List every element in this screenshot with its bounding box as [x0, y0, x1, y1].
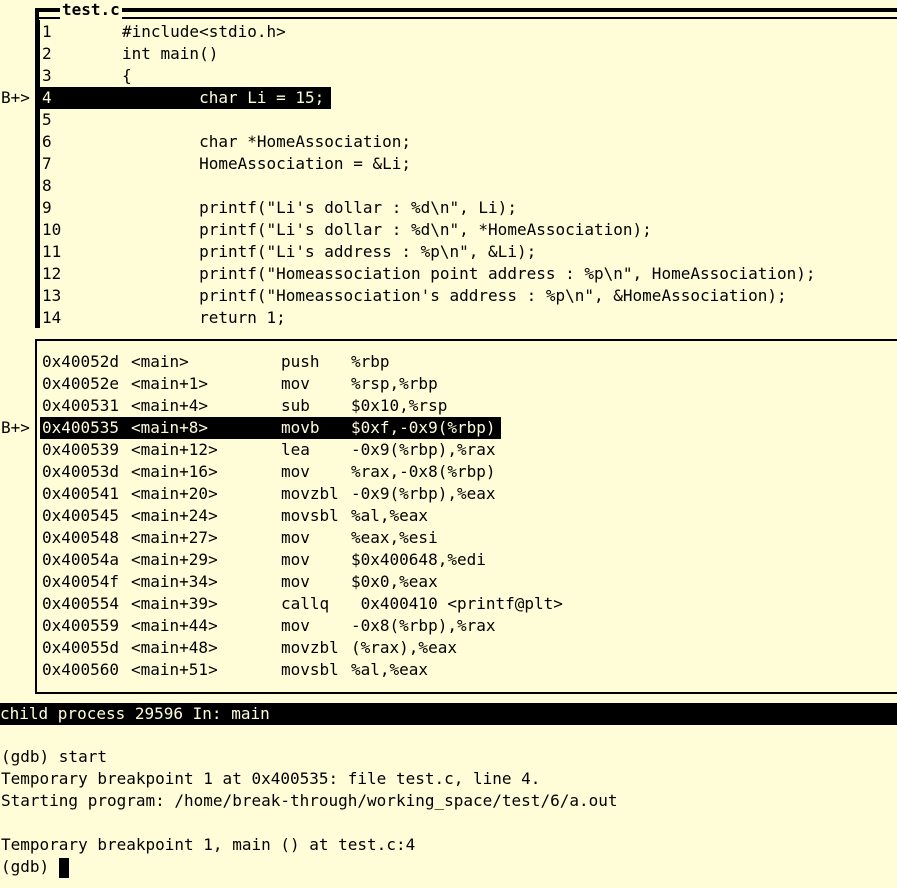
asm-operands: -0x9(%rbp),%eax: [351, 484, 496, 503]
asm-address: 0x40055d: [42, 638, 120, 657]
asm-symbol: <main+4>: [131, 396, 209, 415]
asm-address: 0x400535: [42, 418, 120, 437]
asm-symbol: <main+24>: [131, 506, 218, 525]
source-window-title: test.c: [60, 0, 122, 20]
status-bar: child process 29596 In: main: [0, 703, 897, 725]
source-line[interactable]: printf("Li's dollar : %d\n", *HomeAssoci…: [122, 219, 652, 241]
source-line[interactable]: HomeAssociation = &Li;: [122, 153, 411, 175]
source-line[interactable]: return 1;: [122, 307, 286, 329]
asm-address: 0x40054f: [42, 572, 120, 591]
source-line[interactable]: printf("Homeassociation point address : …: [122, 263, 816, 285]
asm-operands: -0x8(%rbp),%rax: [351, 616, 496, 635]
asm-operands: (%rax),%eax: [351, 638, 457, 657]
asm-operands: $0xf,-0x9(%rbp): [351, 418, 496, 437]
asm-operands: $0x0,%eax: [351, 572, 438, 591]
asm-address: 0x400548: [42, 528, 120, 547]
asm-address: 0x40052d: [42, 352, 120, 371]
asm-operands: 0x400410 <printf@plt>: [351, 594, 563, 613]
asm-opcode: movb: [281, 418, 320, 437]
line-number: 14: [42, 308, 62, 327]
line-number: 5: [42, 110, 52, 129]
source-breakpoint-marker: B+>: [1, 88, 30, 107]
asm-address: 0x40054a: [42, 550, 120, 569]
console-line: Temporary breakpoint 1 at 0x400535: file…: [1, 769, 541, 788]
gdb-prompt: (gdb): [1, 857, 59, 876]
asm-operands: $0x10,%rsp: [351, 396, 448, 415]
line-number: 13: [42, 286, 62, 305]
source-line[interactable]: char *HomeAssociation;: [122, 131, 411, 153]
gdb-prompt-line[interactable]: (gdb): [1, 856, 69, 878]
asm-address: 0x40052e: [42, 374, 120, 393]
line-number: 2: [42, 44, 52, 63]
source-line[interactable]: printf("Li's dollar : %d\n", Li);: [122, 197, 517, 219]
asm-symbol: <main+34>: [131, 572, 218, 591]
asm-symbol: <main+20>: [131, 484, 218, 503]
asm-opcode: mov: [281, 572, 310, 591]
source-line-current[interactable]: char Li = 15;: [122, 87, 325, 109]
asm-operands: $0x400648,%edi: [351, 550, 486, 569]
asm-symbol: <main+39>: [131, 594, 218, 613]
asm-symbol: <main+12>: [131, 440, 218, 459]
asm-opcode: mov: [281, 374, 310, 393]
asm-opcode: mov: [281, 528, 310, 547]
source-line[interactable]: int main(): [122, 43, 218, 65]
asm-symbol: <main+1>: [131, 374, 209, 393]
asm-operands: %rbp: [351, 352, 390, 371]
source-line[interactable]: printf("Homeassociation's address : %p\n…: [122, 285, 787, 307]
console-line: (gdb) start: [1, 747, 107, 766]
text-cursor: [58, 857, 69, 878]
line-number: 1: [42, 22, 52, 41]
source-window-top-border: [39, 17, 897, 19]
asm-symbol: <main+51>: [131, 660, 218, 679]
asm-opcode: movsbl: [281, 660, 339, 679]
asm-symbol: <main+29>: [131, 550, 218, 569]
asm-opcode: callq: [281, 594, 330, 613]
asm-symbol: <main+16>: [131, 462, 218, 481]
line-number: 12: [42, 264, 62, 283]
asm-address: 0x400531: [42, 396, 120, 415]
asm-operands: -0x9(%rbp),%rax: [351, 440, 496, 459]
asm-operands: %al,%eax: [351, 506, 429, 525]
source-line[interactable]: #include<stdio.h>: [122, 21, 286, 43]
asm-address: 0x40053d: [42, 462, 120, 481]
asm-opcode: mov: [281, 550, 310, 569]
line-number: 3: [42, 66, 52, 85]
asm-symbol: <main+8>: [131, 418, 209, 437]
line-number: 11: [42, 242, 62, 261]
line-number: 8: [42, 176, 52, 195]
asm-address: 0x400541: [42, 484, 120, 503]
line-number: 9: [42, 198, 52, 217]
asm-operands: %eax,%esi: [351, 528, 438, 547]
asm-breakpoint-marker: B+>: [1, 418, 30, 437]
console-line: Starting program: /home/break-through/wo…: [1, 791, 618, 810]
asm-address: 0x400554: [42, 594, 120, 613]
asm-opcode: lea: [281, 440, 310, 459]
asm-opcode: push: [281, 352, 320, 371]
asm-address: 0x400545: [42, 506, 120, 525]
asm-opcode: mov: [281, 616, 310, 635]
line-number: 10: [42, 220, 62, 239]
source-line[interactable]: printf("Li's address : %p\n", &Li);: [122, 241, 536, 263]
asm-opcode: movzbl: [281, 484, 339, 503]
asm-symbol: <main+48>: [131, 638, 218, 657]
source-line[interactable]: {: [122, 65, 132, 87]
line-number: 6: [42, 132, 52, 151]
asm-address: 0x400560: [42, 660, 120, 679]
line-number-current: 4: [42, 87, 52, 109]
asm-opcode: movzbl: [281, 638, 339, 657]
asm-symbol: <main+44>: [131, 616, 218, 635]
asm-opcode: sub: [281, 396, 310, 415]
asm-operands: %rax,-0x8(%rbp): [351, 462, 496, 481]
asm-symbol: <main>: [131, 352, 189, 371]
asm-symbol: <main+27>: [131, 528, 218, 547]
asm-opcode: movsbl: [281, 506, 339, 525]
asm-opcode: mov: [281, 462, 310, 481]
asm-operands: %al,%eax: [351, 660, 429, 679]
asm-address: 0x400559: [42, 616, 120, 635]
asm-operands: %rsp,%rbp: [351, 374, 438, 393]
line-number: 7: [42, 154, 52, 173]
asm-address: 0x400539: [42, 440, 120, 459]
console-line: Temporary breakpoint 1, main () at test.…: [1, 835, 416, 854]
source-window-inner-border: [39, 20, 40, 328]
